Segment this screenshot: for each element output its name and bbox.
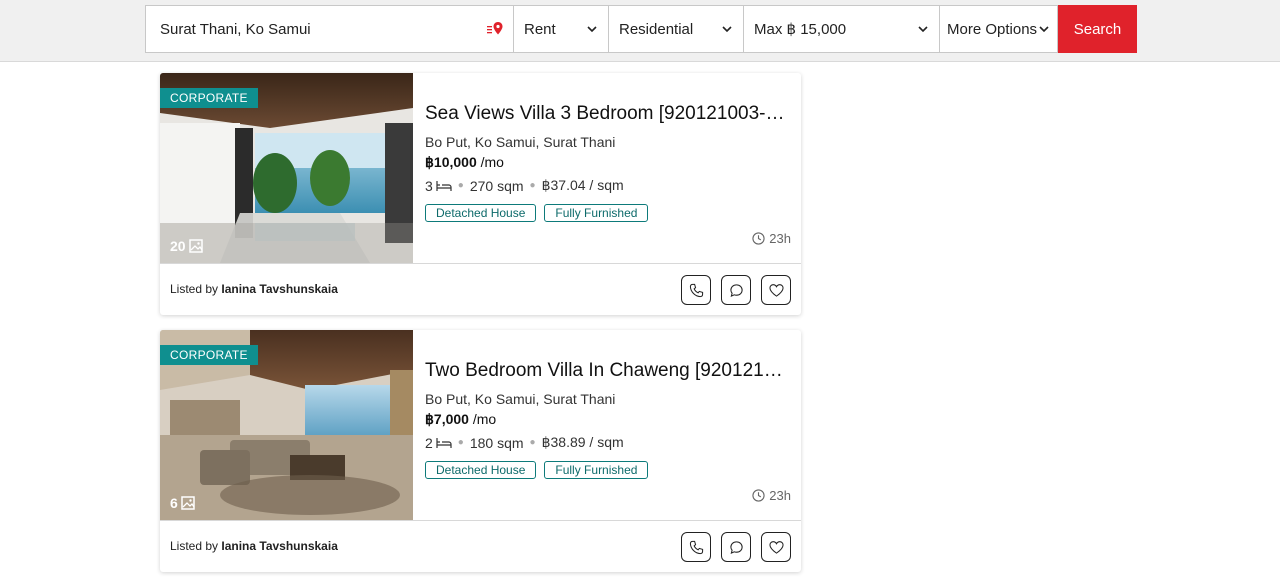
chevron-down-icon <box>918 26 928 33</box>
listing-type-value: Rent <box>524 20 556 38</box>
map-pin-icon[interactable] <box>487 21 503 37</box>
listing-footer: Listed by Ianina Tavshunskaia <box>160 520 801 572</box>
listing-price: ฿10,000 /mo <box>425 154 795 171</box>
property-type-dropdown[interactable]: Residential <box>609 5 744 53</box>
chat-icon <box>729 540 743 554</box>
price-value: ฿10,000 <box>425 154 477 170</box>
price-unit: /mo <box>480 154 504 170</box>
listing-photo[interactable]: CORPORATE 20 <box>160 73 413 263</box>
listing-title[interactable]: Two Bedroom Villa In Chaweng [9201210... <box>425 360 790 382</box>
search-bar: Rent Residential Max ฿ 15,000 More Optio… <box>0 0 1280 62</box>
listing-footer: Listed by Ianina Tavshunskaia <box>160 263 801 315</box>
listing-title[interactable]: Sea Views Villa 3 Bedroom [920121003-1..… <box>425 103 790 125</box>
phone-icon <box>689 283 703 297</box>
heart-icon <box>768 540 784 554</box>
separator-dot: ● <box>529 180 536 191</box>
listing-specs: 2 ● 180 sqm ● ฿38.89 / sqm <box>425 434 795 451</box>
listed-by-label: Listed by <box>170 539 219 553</box>
more-options-label: More Options <box>947 20 1038 38</box>
agent-name[interactable]: Ianina Tavshunskaia <box>221 539 338 553</box>
listing-card[interactable]: CORPORATE 20 Sea Views Villa 3 Bedroom [… <box>160 73 801 315</box>
more-options-dropdown[interactable]: More Options <box>940 5 1058 53</box>
posted-time-value: 23h <box>769 488 791 503</box>
listing-card[interactable]: CORPORATE 6 Two Bedroom Villa In Chaweng… <box>160 330 801 572</box>
separator-dot: ● <box>457 180 464 191</box>
bed-icon <box>436 180 452 191</box>
bed-icon <box>436 437 452 448</box>
location-input[interactable] <box>160 20 460 38</box>
agent-name[interactable]: Ianina Tavshunskaia <box>221 282 338 296</box>
max-price-value: Max ฿ 15,000 <box>754 21 847 38</box>
listing-address: Bo Put, Ko Samui, Surat Thani <box>425 391 616 407</box>
posted-time-value: 23h <box>769 231 791 246</box>
chat-button[interactable] <box>721 275 751 305</box>
phone-icon <box>689 540 703 554</box>
heart-icon <box>768 283 784 297</box>
location-field[interactable] <box>145 5 514 53</box>
listing-photo[interactable]: CORPORATE 6 <box>160 330 413 520</box>
image-icon <box>188 239 203 253</box>
listing-specs: 3 ● 270 sqm ● ฿37.04 / sqm <box>425 177 795 194</box>
listed-by: Listed by Ianina Tavshunskaia <box>170 539 338 553</box>
price-per-sqm: ฿38.89 / sqm <box>541 434 624 450</box>
tag-detached-house: Detached House <box>425 461 537 479</box>
price-value: ฿7,000 <box>425 411 469 427</box>
clock-icon <box>752 489 765 502</box>
photo-count-value: 6 <box>170 495 178 511</box>
floor-area: 270 sqm <box>469 177 524 194</box>
listed-by-label: Listed by <box>170 282 219 296</box>
bedroom-count: 2 <box>425 434 433 451</box>
search-controls: Rent Residential Max ฿ 15,000 More Optio… <box>145 5 1137 53</box>
call-button[interactable] <box>681 532 711 562</box>
search-button[interactable]: Search <box>1058 5 1137 53</box>
separator-dot: ● <box>529 437 536 448</box>
max-price-dropdown[interactable]: Max ฿ 15,000 <box>744 5 940 53</box>
image-icon <box>181 496 195 510</box>
posted-time: 23h <box>752 488 791 503</box>
tag-fully-furnished: Fully Furnished <box>544 204 649 222</box>
tag-detached-house: Detached House <box>425 204 537 222</box>
listing-tags: Detached House Fully Furnished <box>425 204 795 222</box>
favorite-button[interactable] <box>761 275 791 305</box>
listing-address: Bo Put, Ko Samui, Surat Thani <box>425 134 616 150</box>
chevron-down-icon <box>587 26 597 33</box>
corporate-badge: CORPORATE <box>160 345 258 365</box>
chat-icon <box>729 283 743 297</box>
listing-info: Two Bedroom Villa In Chaweng [9201210...… <box>425 360 795 479</box>
tag-fully-furnished: Fully Furnished <box>544 461 649 479</box>
price-unit: /mo <box>472 411 497 427</box>
listing-price: ฿7,000 /mo <box>425 411 795 428</box>
price-per-sqm: ฿37.04 / sqm <box>541 177 624 193</box>
bedroom-count: 3 <box>425 177 433 194</box>
clock-icon <box>752 232 765 245</box>
chevron-down-icon <box>722 26 732 33</box>
listing-type-dropdown[interactable]: Rent <box>514 5 609 53</box>
corporate-badge: CORPORATE <box>160 88 258 108</box>
listed-by: Listed by Ianina Tavshunskaia <box>170 282 338 296</box>
photo-count[interactable]: 6 <box>170 495 195 511</box>
chevron-down-icon <box>1039 26 1049 33</box>
photo-count[interactable]: 20 <box>170 238 203 254</box>
posted-time: 23h <box>752 231 791 246</box>
property-type-value: Residential <box>619 20 694 38</box>
favorite-button[interactable] <box>761 532 791 562</box>
listing-info: Sea Views Villa 3 Bedroom [920121003-1..… <box>425 103 795 222</box>
listing-tags: Detached House Fully Furnished <box>425 461 795 479</box>
call-button[interactable] <box>681 275 711 305</box>
chat-button[interactable] <box>721 532 751 562</box>
separator-dot: ● <box>457 437 464 448</box>
floor-area: 180 sqm <box>469 434 524 451</box>
photo-count-value: 20 <box>170 238 186 254</box>
